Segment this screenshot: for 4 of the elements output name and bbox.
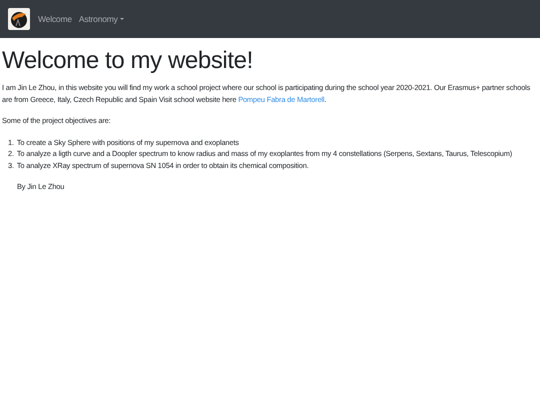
logo-icon[interactable]	[8, 8, 30, 30]
page-heading: Welcome to my website!	[2, 47, 253, 75]
dropdown-link[interactable]: Astronomy	[78, 14, 124, 24]
nav-link[interactable]: Welcome	[38, 14, 72, 24]
